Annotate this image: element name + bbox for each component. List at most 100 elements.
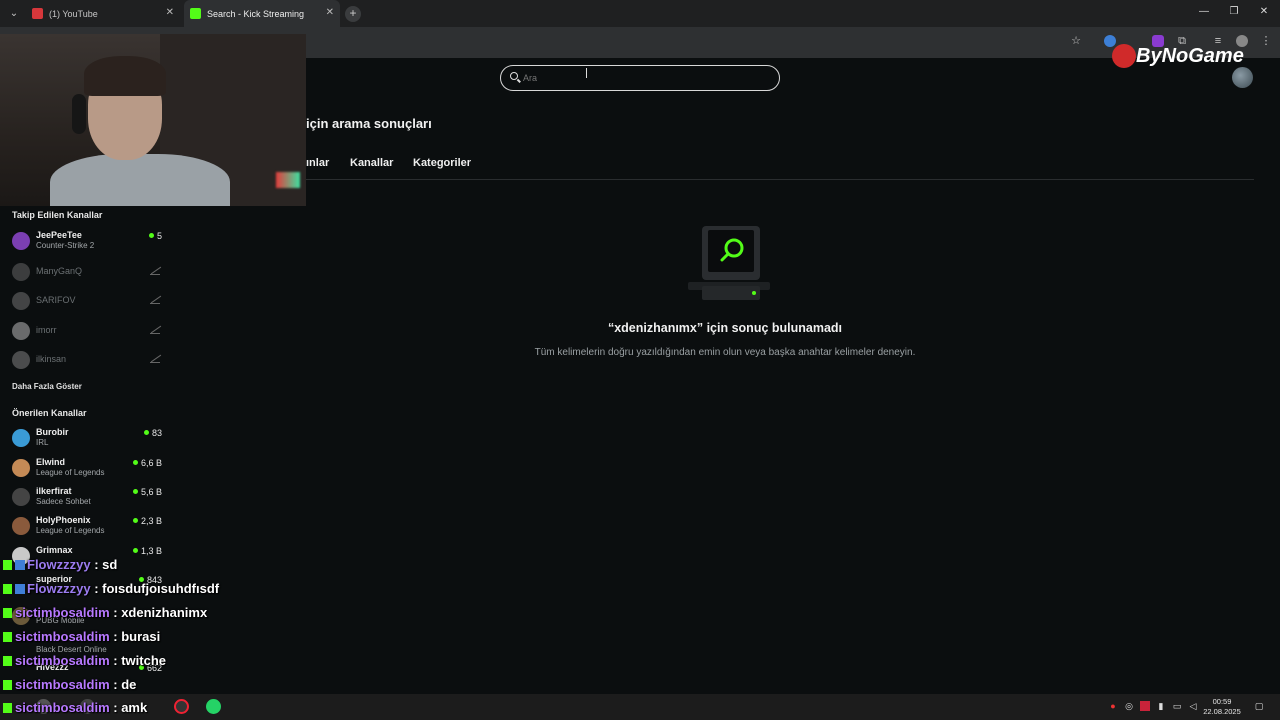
taskbar-app-icon[interactable]	[174, 699, 189, 714]
sidebar-channel-ilkinsan[interactable]: ilkinsan	[12, 349, 162, 373]
chat-message: Flowzzzyy : sd	[3, 557, 117, 572]
channel-name: ManyGanQ	[36, 266, 83, 276]
close-icon[interactable]: ✕	[1256, 6, 1272, 17]
tab-categories[interactable]: Kategoriler	[413, 157, 471, 169]
chat-username: sictimbosaldim	[15, 677, 110, 692]
sidebar-channel-jeepeetee[interactable]: JeePeeTee Counter-Strike 2 5	[12, 230, 162, 254]
channel-name: ilkerfirat	[36, 486, 72, 496]
live-dot-icon	[132, 460, 138, 465]
kick-badge-icon	[3, 608, 12, 618]
tabs-divider	[306, 179, 1254, 180]
search-input[interactable]	[523, 69, 763, 87]
channel-name: JeePeeTee	[36, 230, 82, 240]
sidebar-channel-ilkerfirat[interactable]: ilkerfirat Sadece Sohbet 5,6 B	[12, 486, 162, 510]
show-more-link[interactable]: Daha Fazla Göster	[12, 382, 82, 391]
sidebar-channel-elwind[interactable]: Elwind League of Legends 6,6 B	[12, 457, 162, 481]
live-dot-icon	[143, 430, 149, 435]
text-cursor	[586, 68, 589, 78]
channel-category: Sadece Sohbet	[36, 497, 91, 506]
chat-text: : burasi	[113, 629, 161, 644]
kick-badge-icon	[3, 632, 12, 642]
channel-name: imorr	[36, 325, 57, 335]
viewer-count: 5,6 B	[132, 487, 162, 497]
channel-category: League of Legends	[36, 526, 105, 535]
sidebar-channel-sarifov[interactable]: SARIFOV	[12, 290, 162, 314]
avatar	[12, 322, 30, 340]
bynogame-logo-icon	[1112, 44, 1136, 68]
tab-title: (1) YouTube	[49, 8, 98, 19]
chat-text: : sd	[94, 557, 118, 572]
volume-icon[interactable]: ◁	[1188, 701, 1198, 711]
channel-category: Counter-Strike 2	[36, 241, 95, 250]
chat-username: Flowzzzyy	[27, 557, 91, 572]
tray-app-icon[interactable]	[1140, 701, 1150, 711]
viewer-count-value: 1,3 B	[140, 546, 162, 556]
clock-time: 00:59	[1212, 697, 1232, 706]
network-icon[interactable]: ▭	[1172, 701, 1182, 711]
sidebar-channel-burobir[interactable]: Burobir IRL 83	[12, 427, 162, 451]
tab-search-menu-icon[interactable]: ⌄	[6, 6, 22, 22]
chat-message: Flowzzzyy : foısdufjoısuhdfısdf	[3, 581, 219, 596]
tray-icon[interactable]: ◎	[1124, 701, 1134, 711]
empty-state-subtitle: Tüm kelimelerin doğru yazıldığından emin…	[534, 347, 916, 358]
tab-kick[interactable]: Search - Kick Streaming ✕	[184, 0, 340, 27]
channel-name: ilkinsan	[36, 354, 67, 364]
tab-youtube[interactable]: (1) YouTube ✕	[28, 0, 180, 27]
youtube-favicon-icon	[32, 8, 43, 19]
extension-icon[interactable]	[1104, 35, 1116, 47]
channel-name: Grimnax	[36, 545, 73, 555]
avatar	[12, 292, 30, 310]
tab-streams[interactable]: ınlar	[306, 157, 329, 169]
chat-text: : foısdufjoısuhdfısdf	[94, 581, 220, 596]
channel-category: IRL	[36, 438, 49, 447]
mic-muted-icon[interactable]: ●	[1108, 701, 1118, 711]
taskbar-clock[interactable]: 00:59 22.08.2025	[1200, 697, 1244, 717]
avatar	[12, 232, 30, 250]
live-dot-icon	[132, 518, 138, 523]
badge-icon	[15, 560, 25, 570]
whatsapp-icon[interactable]	[206, 699, 221, 714]
notifications-icon[interactable]: ▢	[1254, 701, 1264, 711]
channel-name: Burobir	[36, 427, 69, 437]
chat-message: sictimbosaldim : burasi	[3, 629, 160, 644]
empty-state-title: “xdenizhanımx” için sonuç bulunamadı	[607, 321, 843, 335]
followed-channels-heading: Takip Edilen Kanallar	[12, 210, 103, 220]
offline-icon	[150, 267, 160, 275]
clock-date: 22.08.2025	[1203, 707, 1241, 716]
webcam-overlay	[0, 34, 306, 206]
chat-message: sictimbosaldim : de	[3, 677, 136, 692]
avatar	[12, 517, 30, 535]
sidebar-channel-holyphoenix[interactable]: HolyPhoenix League of Legends 2,3 B	[12, 515, 162, 539]
user-avatar[interactable]	[1232, 67, 1253, 88]
windows-taskbar	[0, 694, 1280, 720]
kick-badge-icon	[3, 703, 12, 713]
chat-username: sictimbosaldim	[15, 653, 110, 668]
sidebar-channel-imorr[interactable]: imorr	[12, 320, 162, 344]
new-tab-button[interactable]: +	[345, 6, 361, 22]
bookmark-star-icon[interactable]: ☆	[1070, 35, 1082, 47]
maximize-icon[interactable]: ❐	[1226, 6, 1242, 17]
sidebar-channel-manyganq[interactable]: ManyGanQ	[12, 261, 162, 285]
channel-name: SARIFOV	[36, 295, 76, 305]
chat-username: Flowzzzyy	[27, 581, 91, 596]
no-results-illustration	[688, 226, 770, 300]
tab-close-icon[interactable]: ✕	[326, 7, 334, 18]
search-bar[interactable]	[500, 65, 780, 91]
offline-icon	[150, 326, 160, 334]
viewer-count: 1,3 B	[132, 546, 162, 556]
tab-close-icon[interactable]: ✕	[166, 7, 174, 18]
microphone-icon[interactable]: ▮	[1156, 701, 1166, 711]
viewer-count: 2,3 B	[132, 516, 162, 526]
tab-channels[interactable]: Kanallar	[350, 157, 393, 169]
menu-kebab-icon[interactable]: ⋮	[1260, 35, 1272, 47]
viewer-count-value: 5,6 B	[140, 487, 162, 497]
chat-message: sictimbosaldim : amk	[3, 700, 147, 715]
kick-badge-icon	[3, 656, 12, 666]
offline-icon	[150, 296, 160, 304]
avatar	[12, 488, 30, 506]
chat-text: : twitche	[113, 653, 166, 668]
chat-username: sictimbosaldim	[15, 605, 110, 620]
kick-badge-icon	[3, 680, 12, 690]
viewer-count-value: 83	[151, 428, 162, 438]
minimize-icon[interactable]: —	[1196, 6, 1212, 17]
